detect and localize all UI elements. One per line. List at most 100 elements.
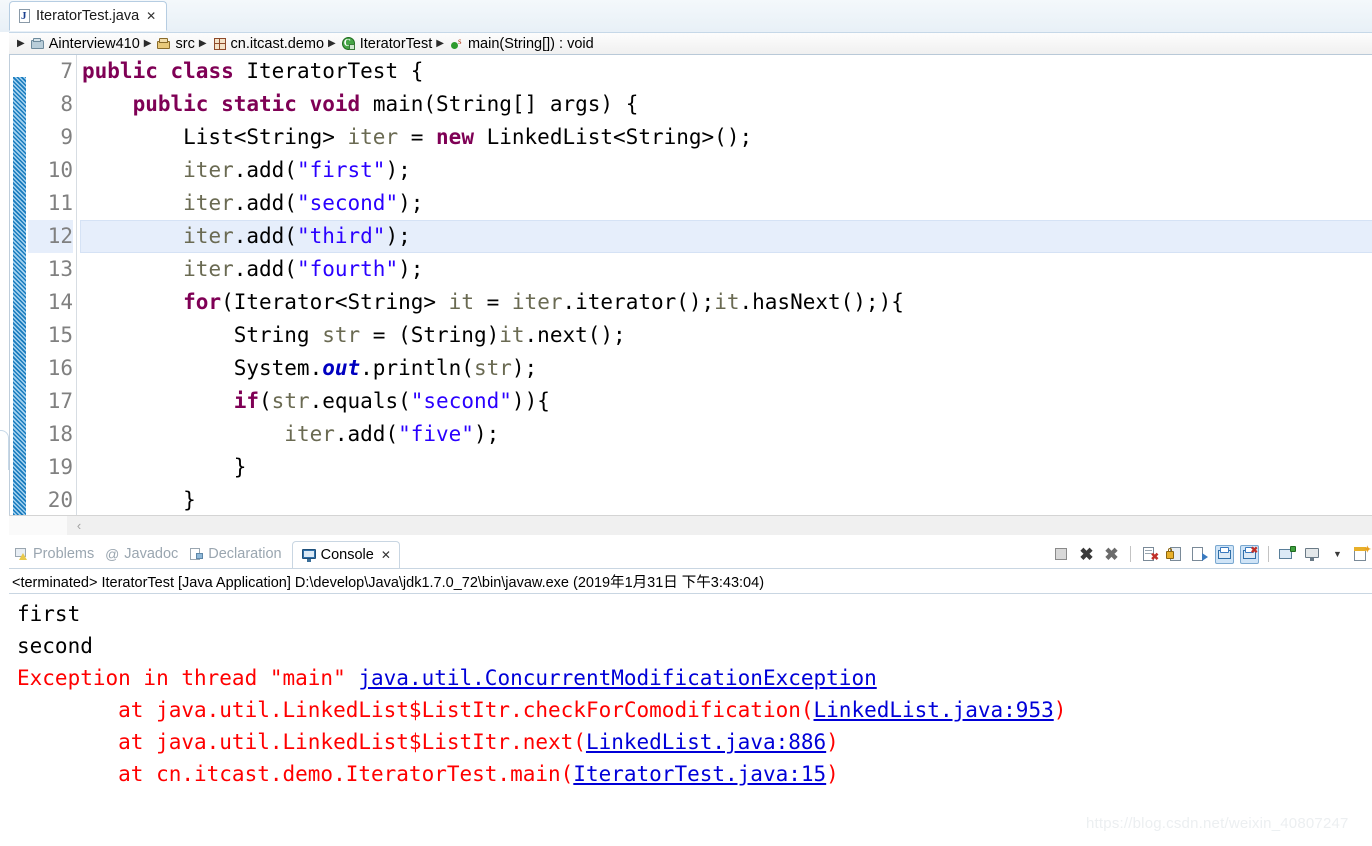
stack-trace-link[interactable]: LinkedList.java:953 <box>814 698 1054 722</box>
stack-trace-link[interactable]: LinkedList.java:886 <box>586 730 826 754</box>
breadcrumb-item-2[interactable]: ▶ cn.itcast.demo <box>195 36 324 52</box>
problems-icon <box>13 546 29 562</box>
method-range-indicator <box>13 77 26 515</box>
code-line[interactable]: for(Iterator<String> it = iter.iterator(… <box>80 286 1372 319</box>
code-text-area[interactable]: public class IteratorTest { public stati… <box>80 55 1372 515</box>
code-line[interactable]: iter.add("fourth"); <box>80 253 1372 286</box>
code-token: ); <box>385 158 411 182</box>
code-line[interactable]: iter.add("second"); <box>80 187 1372 220</box>
code-token: = (String) <box>360 323 500 347</box>
source-folder-icon <box>156 36 172 52</box>
code-token: str <box>473 356 512 380</box>
code-token: ); <box>385 224 411 248</box>
code-token: ( <box>259 389 272 413</box>
console-output-line: second <box>17 630 1372 662</box>
view-tab-label: Declaration <box>208 546 282 562</box>
display-selected-console-button[interactable] <box>1303 545 1322 564</box>
line-number: 13 <box>47 257 73 281</box>
view-tab-label: Console <box>320 547 374 563</box>
view-tab-console[interactable]: Console ✕ <box>291 541 400 568</box>
breadcrumb-item-3[interactable]: ▶ C IteratorTest <box>324 36 432 52</box>
code-line[interactable]: iter.add("first"); <box>80 154 1372 187</box>
console-text: at cn.itcast.demo.IteratorTest.main( <box>17 762 574 786</box>
show-console-on-output-button[interactable] <box>1215 544 1234 564</box>
remove-launch-button[interactable]: ✖ <box>1077 545 1096 564</box>
breadcrumb-separator-icon: ▶ <box>17 37 25 49</box>
code-token: "fourth" <box>296 257 399 281</box>
stack-trace-link[interactable]: java.util.ConcurrentModificationExceptio… <box>358 666 876 690</box>
line-number: 17 <box>47 389 73 413</box>
editor-tab-iteratortest[interactable]: J IteratorTest.java ✕ <box>9 1 168 31</box>
code-token: .add( <box>233 191 297 215</box>
terminate-button[interactable] <box>1052 545 1071 564</box>
show-console-on-error-button[interactable]: ✖ <box>1240 544 1259 564</box>
code-token: "third" <box>296 224 386 248</box>
declaration-icon <box>188 546 204 562</box>
breadcrumb-item-1[interactable]: ▶ src <box>140 36 195 52</box>
code-token: (Iterator<String> <box>221 290 449 314</box>
code-token: class <box>170 59 234 83</box>
line-number-ruler: 7 8 9 10 11 12 13 14 15 16 17 18 19 20 <box>28 55 77 515</box>
code-line[interactable]: String str = (String)it.next(); <box>80 319 1372 352</box>
clear-console-button[interactable]: ✖ <box>1140 545 1159 564</box>
console-text: ) <box>1053 698 1067 722</box>
console-icon <box>301 547 317 563</box>
pin-console-button[interactable] <box>1278 545 1297 564</box>
code-line[interactable]: } <box>80 451 1372 484</box>
view-tab-javadoc[interactable]: @ Javadoc <box>100 540 184 568</box>
code-token: it <box>499 323 525 347</box>
close-icon[interactable]: ✕ <box>146 10 156 22</box>
code-token: public <box>82 59 158 83</box>
breadcrumb-item-label: src <box>175 35 195 52</box>
line-number: 18 <box>47 422 73 446</box>
breadcrumb-item-label: main(String[]) : void <box>467 35 594 52</box>
console-text: second <box>17 634 93 658</box>
stack-trace-link[interactable]: IteratorTest.java:15 <box>573 762 826 786</box>
code-token: new <box>436 125 474 149</box>
scroll-left-arrow-icon[interactable]: ‹ <box>71 517 87 534</box>
editor-horizontal-scrollbar[interactable]: ‹ <box>9 515 1372 535</box>
java-file-icon: J <box>17 8 32 24</box>
view-tab-declaration[interactable]: Declaration <box>184 540 287 568</box>
breadcrumb-item-label: cn.itcast.demo <box>230 35 325 52</box>
remove-all-terminated-button[interactable]: ✖ <box>1102 545 1121 564</box>
line-number: 7 <box>60 59 73 83</box>
separator-1 <box>1130 546 1131 562</box>
code-line[interactable]: public static void main(String[] args) { <box>80 88 1372 121</box>
code-editor[interactable]: 7 8 9 10 11 12 13 14 15 16 17 18 19 20 public class I… <box>9 55 1372 515</box>
scroll-lock-button[interactable] <box>1165 545 1184 564</box>
word-wrap-button[interactable] <box>1190 545 1209 564</box>
view-tab-problems[interactable]: Problems <box>9 540 100 568</box>
breadcrumb-item-4[interactable]: ▶ s main(String[]) : void <box>432 36 593 52</box>
console-dropdown-button[interactable]: ▼ <box>1328 545 1347 564</box>
code-token: List<String> <box>82 125 348 149</box>
code-token: for <box>183 290 222 314</box>
console-view-toolbar: ✖ ✖ ✖ ✖ ▼ ✦ <box>1052 541 1372 567</box>
code-line[interactable]: } <box>80 484 1372 515</box>
code-line[interactable]: List<String> iter = new LinkedList<Strin… <box>80 121 1372 154</box>
package-icon <box>212 36 228 52</box>
code-token: ); <box>398 191 424 215</box>
editor-gutter[interactable] <box>11 55 28 515</box>
console-output-line: at cn.itcast.demo.IteratorTest.main(Iter… <box>17 758 1372 790</box>
code-line[interactable]: if(str.equals("second")){ <box>80 385 1372 418</box>
console-text: ) <box>826 762 839 786</box>
open-console-button[interactable]: ✦ <box>1353 544 1372 564</box>
scrollbar-corner <box>9 516 67 535</box>
code-line[interactable]: iter.add("third"); <box>80 220 1372 253</box>
console-output[interactable]: first second Exception in thread "main" ja… <box>9 593 1372 846</box>
breadcrumb-item-0[interactable]: ▶ Ainterview410 <box>13 36 140 52</box>
breadcrumb: ▶ Ainterview410 ▶ src ▶ cn.itcast.demo ▶ C Itera… <box>9 32 1372 55</box>
code-line[interactable]: iter.add("five"); <box>80 418 1372 451</box>
close-icon[interactable]: ✕ <box>381 548 391 562</box>
line-number: 15 <box>47 323 73 347</box>
code-token: .add( <box>233 257 297 281</box>
code-line[interactable]: System.out.println(str); <box>80 352 1372 385</box>
console-text: at java.util.LinkedList$ListItr.checkFor… <box>17 698 814 722</box>
code-token: str <box>322 323 361 347</box>
code-line[interactable]: public class IteratorTest { <box>80 55 1372 88</box>
